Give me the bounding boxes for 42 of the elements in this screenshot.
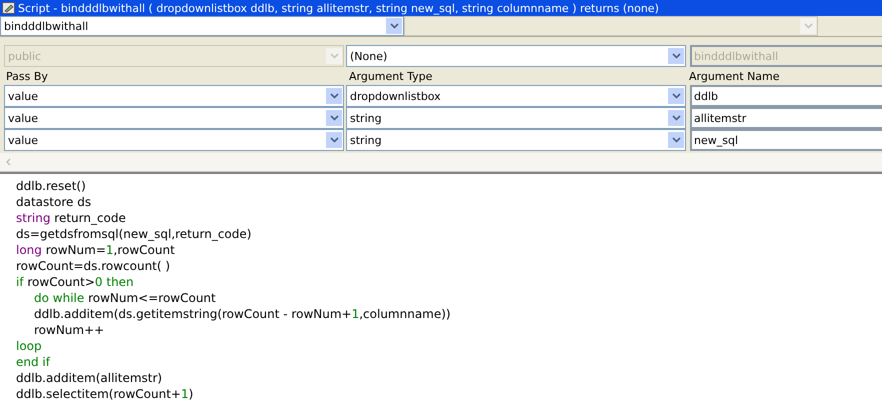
argument-type-dropdown[interactable]: dropdownlistbox — [346, 85, 686, 107]
argument-type-dropdown[interactable]: string — [346, 107, 686, 129]
chevron-icon — [672, 137, 680, 143]
code-line: ddlb.additem(allitemstr) — [16, 370, 162, 386]
code-line: do while rowNum<=rowCount — [33, 290, 216, 306]
window-title: Script - bindddlbwithall ( dropdownlistbox ddlb, string allitemstr, string new_sql, string columnname ) returns (none) — [18, 2, 659, 14]
code-line: if rowCount>0 then — [16, 274, 134, 290]
code-line: long rowNum=1,rowCount — [16, 242, 175, 258]
chevron-icon — [390, 23, 398, 29]
return-type-dropdown[interactable]: (None) — [346, 45, 686, 67]
argument-name-field[interactable]: new_sql — [690, 129, 882, 151]
column-header: Argument Name — [689, 70, 780, 82]
chevron-icon — [330, 115, 338, 121]
code-line: rowCount=ds.rowcount( ) — [16, 258, 170, 274]
chevron-icon — [804, 23, 812, 29]
chevron-icon — [672, 93, 680, 99]
code-editor[interactable] — [0, 172, 882, 405]
script-icon — [2, 2, 15, 14]
code-line: ddlb.selectitem(rowCount+1) — [16, 386, 194, 402]
chevron-icon — [672, 53, 680, 59]
pass-by-dropdown[interactable]: value — [4, 107, 344, 129]
code-line: end if — [16, 354, 50, 370]
code-line: string return_code — [16, 210, 126, 226]
code-line: loop — [16, 338, 42, 354]
object-dropdown[interactable]: bindddlbwithall — [0, 16, 404, 36]
horizontal-scrollbar[interactable] — [0, 153, 882, 172]
pass-by-dropdown[interactable]: value — [4, 129, 344, 151]
code-line: ds=getdsfromsql(new_sql,return_code) — [16, 226, 252, 242]
pass-by-dropdown[interactable]: value — [4, 85, 344, 107]
code-line: datastore ds — [16, 194, 92, 210]
chevron-icon — [330, 93, 338, 99]
chevron-icon — [672, 115, 680, 121]
chevron-icon — [330, 137, 338, 143]
code-line: rowNum++ — [33, 322, 104, 338]
code-line: ddlb.additem(ds.getitemstring(rowCount - rowNum+1,columnname)) — [33, 306, 451, 322]
code-line: ddlb.reset() — [16, 178, 86, 194]
argument-name-field[interactable]: ddlb — [690, 85, 882, 107]
column-header: Pass By — [6, 70, 49, 82]
argument-name-field[interactable]: allitemstr — [690, 107, 882, 129]
chevron-icon — [330, 53, 338, 59]
column-header: Argument Type — [349, 70, 434, 82]
argument-type-dropdown[interactable]: string — [346, 129, 686, 151]
